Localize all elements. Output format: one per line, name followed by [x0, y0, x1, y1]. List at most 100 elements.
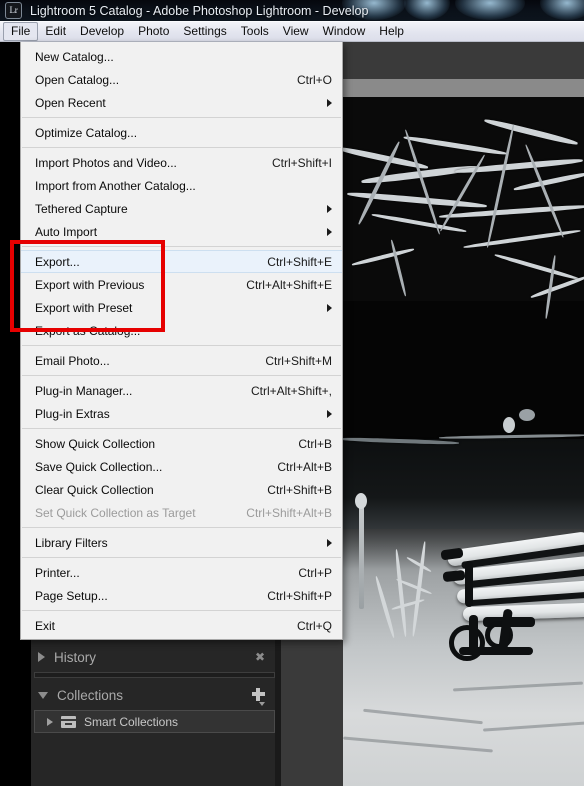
menu-item-open-recent[interactable]: Open Recent: [21, 91, 342, 114]
chevron-right-icon: [327, 227, 332, 236]
menu-item-label: Export...: [35, 254, 80, 269]
menu-item-label: Save Quick Collection...: [35, 459, 163, 474]
chevron-right-icon: [327, 538, 332, 547]
menu-item-shortcut: Ctrl+B: [298, 436, 332, 451]
chevron-right-icon: [327, 98, 332, 107]
menu-separator: [22, 117, 341, 118]
menu-item-label: Email Photo...: [35, 353, 110, 368]
menu-item-tethered-capture[interactable]: Tethered Capture: [21, 197, 342, 220]
close-icon[interactable]: ✖: [253, 650, 267, 664]
menu-item-label: Exit: [35, 618, 56, 633]
menubar-item-tools[interactable]: Tools: [234, 22, 276, 41]
menubar-item-file[interactable]: File: [3, 22, 39, 41]
menu-item-shortcut: Ctrl+O: [296, 72, 332, 87]
menu-item-label: Show Quick Collection: [35, 436, 156, 451]
menu-item-open-catalog[interactable]: Open Catalog... Ctrl+O: [21, 68, 342, 91]
menu-item-new-catalog[interactable]: New Catalog...: [21, 45, 342, 68]
lightroom-icon: Lr: [5, 2, 22, 19]
menu-item-label: Export with Previous: [35, 277, 145, 292]
menu-item-shortcut: Ctrl+Alt+B: [277, 459, 332, 474]
menu-item-show-quick-collection[interactable]: Show Quick Collection Ctrl+B: [21, 432, 342, 455]
menu-item-email-photo[interactable]: Email Photo... Ctrl+Shift+M: [21, 349, 342, 372]
menu-item-export-with-preset[interactable]: Export with Preset: [21, 296, 342, 319]
menu-separator: [22, 246, 341, 247]
menubar-item-edit[interactable]: Edit: [38, 22, 73, 41]
menu-item-page-setup[interactable]: Page Setup... Ctrl+Shift+P: [21, 584, 342, 607]
history-panel-label: History: [54, 649, 97, 665]
menu-item-printer[interactable]: Printer... Ctrl+P: [21, 561, 342, 584]
menu-item-label: Export as Catalog...: [35, 323, 141, 338]
menubar-item-help[interactable]: Help: [372, 22, 411, 41]
photo-top-band: [343, 79, 584, 97]
chevron-right-icon: [327, 204, 332, 213]
menu-item-label: Plug-in Manager...: [35, 383, 133, 398]
menu-item-export[interactable]: Export... Ctrl+Shift+E: [21, 250, 342, 273]
menubar-item-develop[interactable]: Develop: [73, 22, 131, 41]
menu-item-shortcut: Ctrl+Shift+M: [265, 353, 332, 368]
menu-item-plug-in-extras[interactable]: Plug-in Extras: [21, 402, 342, 425]
menu-item-label: Printer...: [35, 565, 80, 580]
menu-separator: [22, 527, 341, 528]
menu-bar: File Edit Develop Photo Settings Tools View Win…: [0, 21, 584, 42]
chevron-down-icon[interactable]: [38, 691, 48, 699]
menu-item-plug-in-manager[interactable]: Plug-in Manager... Ctrl+Alt+Shift+,: [21, 379, 342, 402]
menu-separator: [22, 345, 341, 346]
panel-divider-mid: [34, 672, 275, 678]
window-title: Lightroom 5 Catalog - Adobe Photoshop Li…: [30, 3, 369, 18]
box-icon: [61, 715, 76, 728]
menu-item-label: Import from Another Catalog...: [35, 178, 196, 193]
chevron-right-icon: [327, 409, 332, 418]
caret-down-icon: [259, 702, 265, 706]
chevron-right-icon: [327, 303, 332, 312]
menu-item-label: Export with Preset: [35, 300, 133, 315]
title-bar: Lr Lightroom 5 Catalog - Adobe Photoshop…: [0, 0, 584, 21]
panel-header-collections[interactable]: Collections: [34, 682, 275, 708]
menu-item-label: Open Catalog...: [35, 72, 120, 87]
menu-separator: [22, 557, 341, 558]
photo-midground: [343, 439, 584, 537]
menu-item-label: Auto Import: [35, 224, 98, 239]
menu-separator: [22, 428, 341, 429]
menu-item-exit[interactable]: Exit Ctrl+Q: [21, 614, 342, 637]
menu-item-auto-import[interactable]: Auto Import: [21, 220, 342, 243]
menu-item-label: Optimize Catalog...: [35, 125, 138, 140]
menu-item-optimize-catalog[interactable]: Optimize Catalog...: [21, 121, 342, 144]
panel-header-history[interactable]: History ✖: [34, 644, 275, 670]
menu-item-label: Page Setup...: [35, 588, 108, 603]
menu-item-label: Library Filters: [35, 535, 108, 550]
smart-collections-label: Smart Collections: [84, 714, 179, 729]
menu-item-import-photos-and-video[interactable]: Import Photos and Video... Ctrl+Shift+I: [21, 151, 342, 174]
develop-photo[interactable]: [343, 79, 584, 786]
menu-item-clear-quick-collection[interactable]: Clear Quick Collection Ctrl+Shift+B: [21, 478, 342, 501]
menubar-item-settings[interactable]: Settings: [176, 22, 233, 41]
chevron-right-icon[interactable]: [38, 652, 45, 662]
list-item-smart-collections[interactable]: Smart Collections: [34, 710, 275, 733]
menu-item-export-as-catalog[interactable]: Export as Catalog...: [21, 319, 342, 342]
menu-item-save-quick-collection[interactable]: Save Quick Collection... Ctrl+Alt+B: [21, 455, 342, 478]
menu-separator: [22, 375, 341, 376]
menu-item-label: New Catalog...: [35, 49, 114, 64]
menu-item-shortcut: Ctrl+Q: [296, 618, 332, 633]
photo-bench: [439, 531, 584, 669]
menu-item-export-with-previous[interactable]: Export with Previous Ctrl+Alt+Shift+E: [21, 273, 342, 296]
plus-icon[interactable]: [251, 687, 267, 706]
menu-item-library-filters[interactable]: Library Filters: [21, 531, 342, 554]
menubar-item-window[interactable]: Window: [316, 22, 373, 41]
menubar-item-photo[interactable]: Photo: [131, 22, 176, 41]
menubar-item-view[interactable]: View: [276, 22, 316, 41]
menu-item-shortcut: Ctrl+P: [298, 565, 332, 580]
menu-item-label: Open Recent: [35, 95, 106, 110]
menu-item-label: Import Photos and Video...: [35, 155, 177, 170]
collections-panel-label: Collections: [57, 687, 124, 703]
photo-pole: [359, 504, 364, 609]
menu-item-label: Set Quick Collection as Target: [35, 505, 196, 520]
file-menu-dropdown[interactable]: New Catalog... Open Catalog... Ctrl+O Open …: [20, 42, 343, 640]
menu-item-set-quick-collection-as-target: Set Quick Collection as Target Ctrl+Shift…: [21, 501, 342, 524]
menu-item-shortcut: Ctrl+Shift+I: [271, 155, 332, 170]
menu-item-shortcut: Ctrl+Shift+P: [267, 588, 332, 603]
chevron-right-icon[interactable]: [47, 717, 53, 726]
menu-item-import-from-another-catalog[interactable]: Import from Another Catalog...: [21, 174, 342, 197]
menu-separator: [22, 147, 341, 148]
lightroom-window: History ✖ Collections Smart Collections …: [0, 0, 584, 786]
menu-item-shortcut: Ctrl+Shift+Alt+B: [246, 505, 332, 520]
